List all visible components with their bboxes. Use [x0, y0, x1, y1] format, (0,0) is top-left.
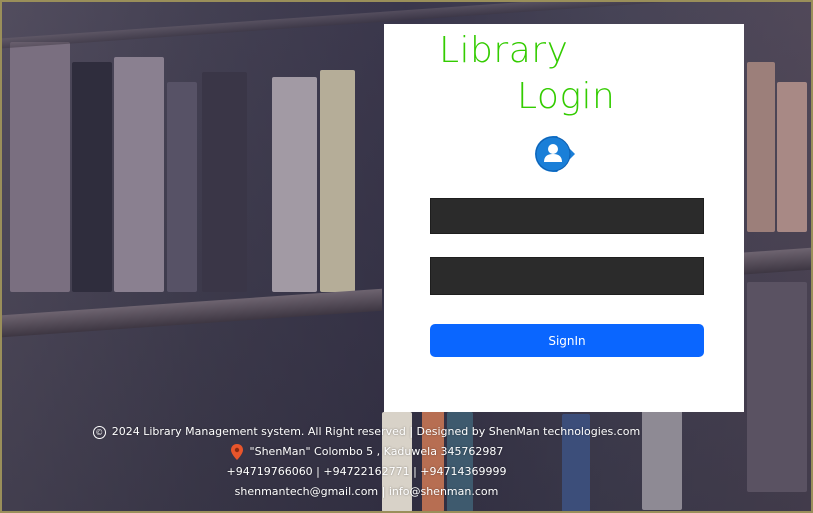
background-book — [202, 72, 247, 292]
username-input[interactable] — [430, 198, 704, 234]
title-login: Login — [517, 76, 616, 117]
footer-phones-row: +94719766060 | +94722162771 | +947143699… — [2, 462, 731, 482]
background-shelf — [2, 288, 382, 338]
background-book — [747, 62, 775, 232]
background-book — [272, 77, 317, 292]
background-book — [747, 282, 807, 492]
title-library: Library — [439, 30, 569, 71]
user-tag-icon — [535, 136, 575, 172]
password-input[interactable] — [430, 257, 704, 295]
signin-button[interactable]: SignIn — [430, 324, 704, 357]
background-book — [777, 82, 807, 232]
background-book — [167, 82, 197, 292]
background-book — [320, 70, 355, 292]
background-book — [10, 42, 70, 292]
background-book — [72, 62, 112, 292]
footer-emails[interactable]: shenmantech@gmail.com | info@shenman.com — [235, 482, 499, 502]
copyright-icon: © — [92, 425, 106, 439]
footer: © 2024 Library Management system. All Ri… — [2, 422, 731, 502]
footer-copyright-row: © 2024 Library Management system. All Ri… — [2, 422, 731, 442]
login-card: Library Login SignIn — [384, 24, 744, 412]
footer-address: "ShenMan" Colombo 5 , Kaduwela 345762987 — [249, 445, 504, 458]
footer-phones: +94719766060 | +94722162771 | +947143699… — [226, 465, 507, 478]
footer-address-row: "ShenMan" Colombo 5 , Kaduwela 345762987 — [2, 442, 731, 462]
map-pin-icon — [230, 444, 243, 460]
background-book — [114, 57, 164, 292]
footer-emails-row: shenmantech@gmail.com | info@shenman.com — [2, 482, 731, 502]
background-shelf — [744, 247, 811, 275]
copyright-text: 2024 Library Management system. All Righ… — [111, 425, 641, 438]
app-window: Library Login SignIn © 2024 Library Mana… — [0, 0, 813, 513]
